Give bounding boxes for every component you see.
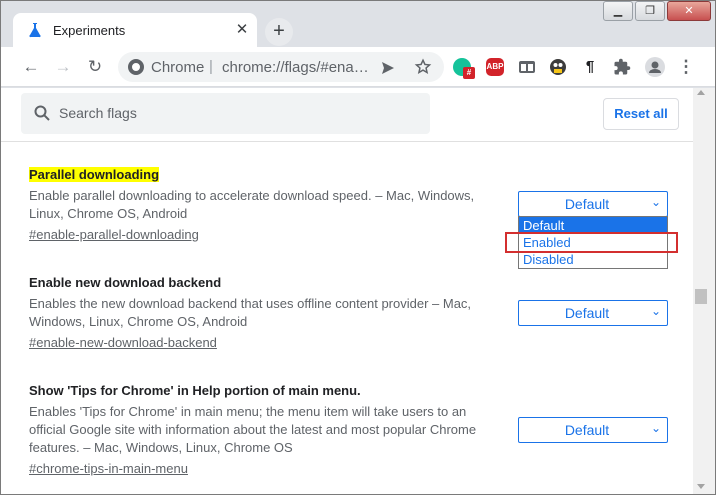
tab-title: Experiments xyxy=(53,23,126,38)
flag-parallel-downloading: Parallel downloading Enable parallel dow… xyxy=(29,166,499,244)
tab-manager-icon[interactable] xyxy=(518,58,536,76)
search-icon xyxy=(34,105,50,121)
forward-button[interactable]: → xyxy=(51,55,75,79)
new-tab-button[interactable]: + xyxy=(265,18,293,46)
annotation-highlight-box xyxy=(505,232,678,253)
back-button[interactable]: ← xyxy=(19,55,43,79)
flag-title: Enable new download backend xyxy=(29,275,222,290)
flag-title: Show 'Tips for Chrome' in Help portion o… xyxy=(29,383,361,398)
flags-page: Reset all Parallel downloading Enable pa… xyxy=(1,88,715,494)
flags-header: Reset all xyxy=(1,88,693,142)
scroll-up-icon[interactable] xyxy=(697,90,705,95)
grammarly-badge-icon: # xyxy=(463,67,475,79)
reload-button[interactable]: ↻ xyxy=(83,55,107,79)
flag-description: Enables the new download backend that us… xyxy=(29,296,472,329)
flag-title: Parallel downloading xyxy=(29,166,499,184)
adblock-plus-icon[interactable]: ABP xyxy=(486,58,504,76)
chevron-down-icon: ⌄ xyxy=(650,195,661,209)
flag-select-parallel-downloading[interactable]: Default ⌄ xyxy=(518,191,668,217)
chrome-icon xyxy=(128,59,144,75)
toolbar: ← → ↻ Chrome | chrome://flags/#ena… # AB… xyxy=(1,47,715,87)
flag-permalink[interactable]: #enable-new-download-backend xyxy=(29,334,217,352)
profile-avatar-icon[interactable] xyxy=(645,57,665,77)
search-box[interactable] xyxy=(21,93,430,134)
menu-kebab-icon[interactable]: ⋮ xyxy=(677,58,695,76)
search-input[interactable] xyxy=(59,105,399,121)
paragraph-icon[interactable]: ¶ xyxy=(581,58,599,76)
tab-experiments[interactable]: Experiments ✕ xyxy=(13,13,257,47)
window-controls: ▁ ❐ ✕ xyxy=(603,1,711,23)
flag-permalink[interactable]: #chrome-tips-in-main-menu xyxy=(29,460,188,478)
site-chip: Chrome xyxy=(151,59,205,76)
select-value: Default xyxy=(564,422,610,438)
close-window-button[interactable]: ✕ xyxy=(667,1,711,21)
option-disabled[interactable]: Disabled xyxy=(519,251,667,268)
reset-all-button[interactable]: Reset all xyxy=(603,98,679,130)
restore-button[interactable]: ❐ xyxy=(635,1,665,21)
flag-select-new-download-backend[interactable]: Default ⌄ xyxy=(518,300,668,326)
flag-chrome-tips-in-main-menu: Show 'Tips for Chrome' in Help portion o… xyxy=(29,382,499,478)
flag-description: Enable parallel downloading to accelerat… xyxy=(29,188,475,221)
scroll-down-icon[interactable] xyxy=(697,484,705,489)
flag-select-chrome-tips[interactable]: Default ⌄ xyxy=(518,417,668,443)
chevron-down-icon: ⌄ xyxy=(650,421,661,435)
minimize-button[interactable]: ▁ xyxy=(603,1,633,21)
browser-window: Experiments ✕ + ▁ ❐ ✕ ← → ↻ Chrome | chr… xyxy=(0,0,716,495)
scrollbar-thumb[interactable] xyxy=(695,289,707,304)
flag-new-download-backend: Enable new download backend Enables the … xyxy=(29,274,499,352)
url-text[interactable]: chrome://flags/#ena… xyxy=(222,59,369,76)
flask-icon xyxy=(29,23,41,38)
address-bar[interactable]: Chrome | chrome://flags/#ena… xyxy=(118,52,444,82)
send-tab-icon[interactable] xyxy=(380,60,396,76)
vertical-scrollbar[interactable] xyxy=(693,88,715,494)
tampermonkey-icon[interactable] xyxy=(549,58,567,76)
tab-close-icon[interactable]: ✕ xyxy=(233,21,251,39)
flag-description: Enables 'Tips for Chrome' in main menu; … xyxy=(29,404,477,455)
flag-permalink[interactable]: #enable-parallel-downloading xyxy=(29,226,199,244)
select-value: Default xyxy=(564,305,610,321)
extensions-puzzle-icon[interactable] xyxy=(613,58,631,76)
tab-strip: Experiments ✕ + ▁ ❐ ✕ xyxy=(1,1,715,47)
bookmark-star-icon[interactable] xyxy=(414,58,432,76)
url-separator: | xyxy=(209,58,213,75)
flags-list: Parallel downloading Enable parallel dow… xyxy=(1,143,693,494)
select-value: Default xyxy=(564,196,610,212)
flag-title-text: Parallel downloading xyxy=(29,167,160,182)
chevron-down-icon: ⌄ xyxy=(650,304,661,318)
